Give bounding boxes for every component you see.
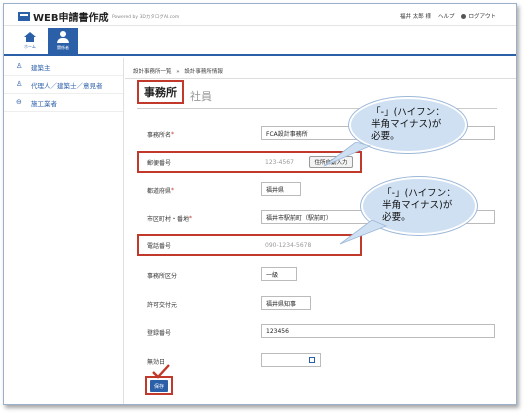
user-icon [60, 31, 66, 37]
powered-by: Powered by 3DカタログAI.com [112, 15, 180, 20]
callout-line: 必要。 [382, 212, 411, 223]
callout-pointer [323, 142, 372, 167]
tab-office[interactable]: 事務所 [137, 80, 184, 104]
field-office-name: 事務所名 * [147, 126, 174, 142]
grade-label: 事務所区分 [147, 272, 178, 280]
sidebar-item-label: 施工業者 [31, 99, 57, 108]
city-label: 市区町村・番地 [147, 215, 190, 223]
field-prefecture: 都道府県 * [147, 182, 174, 198]
divider [125, 78, 516, 79]
field-phone: 電話番号 [147, 237, 171, 253]
field-permit: 許可交付元 [147, 296, 177, 312]
postal-label: 郵便番号 [147, 159, 172, 167]
grade-select[interactable]: 一級 [261, 267, 297, 281]
callout-line: 半角マイナス)が [371, 119, 442, 130]
user-name: 福井 太郎 様 [399, 14, 431, 20]
callout-line: 「-」(ハイフン： [382, 188, 456, 199]
callout-pointer [339, 220, 388, 245]
field-postal: 郵便番号 [147, 154, 171, 170]
registration-input[interactable]: 123456 [261, 324, 495, 338]
header-user-menu: 福井 太郎 様 ヘルプ ログアウト [400, 12, 496, 20]
tab-bar: 事務所 社員 [137, 80, 216, 104]
prefecture-label: 都道府県 [147, 187, 172, 195]
office-name-label: 事務所名 [147, 131, 172, 139]
breadcrumb: 設計事務所一覧 » 設計事務所情報 [133, 67, 223, 75]
company-icon: ⊖ [16, 98, 22, 106]
nav-tiles: ホーム 関係者 [4, 26, 516, 56]
tab-staff[interactable]: 社員 [186, 88, 216, 104]
callout-line: 必要。 [371, 131, 400, 142]
permit-label: 許可交付元 [147, 301, 178, 309]
postal-placeholder: 123-4567 [265, 158, 294, 166]
field-city: 市区町村・番地 * [147, 210, 192, 226]
phone-label: 電話番号 [147, 242, 172, 250]
person-icon: ♙ [16, 62, 23, 70]
app-title: WEB申請書作成 [33, 12, 109, 24]
field-registration: 登録番号 [147, 324, 171, 340]
required-mark: * [171, 130, 175, 138]
permit-select[interactable]: 福井県知事 [261, 296, 311, 310]
people-icon: ♙ [16, 80, 23, 88]
sidebar-item-label: 代理人／建築士／意見者 [31, 81, 103, 90]
home-icon-body [26, 37, 34, 42]
checkmark-icon [152, 364, 170, 379]
user-icon-body [57, 38, 69, 43]
callout-line: 半角マイナス)が [382, 200, 453, 211]
help-link[interactable]: ヘルプ [438, 12, 455, 20]
sidebar-item-label: 建築主 [31, 63, 51, 72]
tile-user-label: 関係者 [57, 45, 69, 50]
registration-label: 登録番号 [147, 329, 172, 337]
breadcrumb-parent[interactable]: 設計事務所一覧 [133, 69, 172, 75]
logo-icon [18, 11, 30, 21]
tile-home-label: ホーム [24, 44, 36, 49]
phone-placeholder: 090-1234-5678 [265, 241, 312, 249]
calendar-icon[interactable] [309, 357, 315, 363]
sidebar-item-owner[interactable]: ♙ 建築主 [4, 58, 123, 76]
app-header: WEB申請書作成 Powered by 3DカタログAI.com 福井 太郎 様… [4, 4, 516, 26]
required-mark: * [189, 214, 193, 222]
sidebar-item-contractor[interactable]: ⊖ 施工業者 [4, 94, 123, 112]
postal-input[interactable]: 123-4567 [261, 155, 305, 169]
logout-icon [461, 14, 467, 19]
sidebar: ♙ 建築主 ♙ 代理人／建築士／意見者 ⊖ 施工業者 [4, 58, 124, 404]
app-window: WEB申請書作成 Powered by 3DカタログAI.com 福井 太郎 様… [3, 3, 517, 405]
callout-line: 「-」(ハイフン： [371, 107, 445, 118]
logout-link[interactable]: ログアウト [461, 12, 496, 20]
tile-related-parties[interactable]: 関係者 [48, 28, 78, 54]
breadcrumb-current: 設計事務所情報 [184, 69, 223, 75]
field-grade: 事務所区分 [147, 267, 177, 283]
sidebar-item-agent[interactable]: ♙ 代理人／建築士／意見者 [4, 76, 123, 94]
required-mark: * [171, 186, 175, 194]
save-button[interactable]: 保存 [150, 380, 168, 392]
tile-home[interactable]: ホーム [15, 28, 45, 54]
breadcrumb-separator: » [176, 69, 180, 75]
logout-label: ログアウト [468, 14, 496, 20]
app-logo[interactable]: WEB申請書作成 [18, 10, 109, 24]
prefecture-select[interactable]: 福井県 [261, 182, 301, 196]
